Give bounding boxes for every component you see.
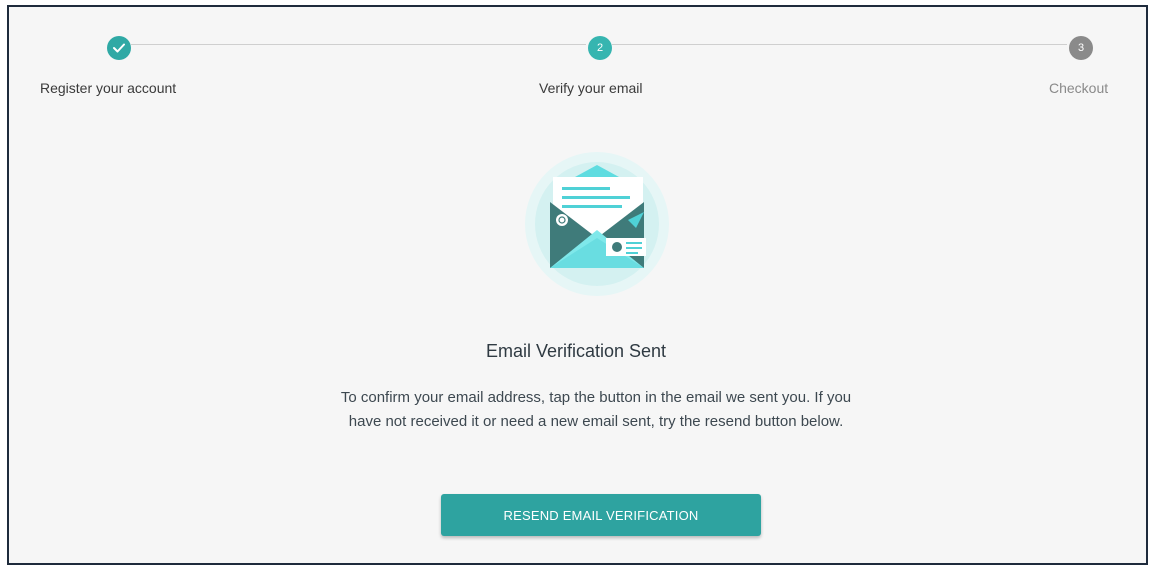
step-1-label: Register your account <box>40 80 177 96</box>
envelope-illustration-icon <box>525 152 669 296</box>
step-3-indicator: 3 <box>1069 36 1093 60</box>
stepper-connector <box>131 44 586 45</box>
check-icon <box>113 43 125 53</box>
step-3-label: Checkout <box>1049 80 1109 96</box>
step-2-label: Verify your email <box>539 80 643 96</box>
verification-description: To confirm your email address, tap the b… <box>340 389 852 430</box>
resend-verification-button[interactable]: RESEND EMAIL VERIFICATION <box>441 494 761 536</box>
page-title: Email Verification Sent <box>485 341 667 361</box>
stepper-connector <box>612 44 1067 45</box>
step-1-indicator <box>107 36 131 60</box>
step-2-indicator: 2 <box>588 36 612 60</box>
